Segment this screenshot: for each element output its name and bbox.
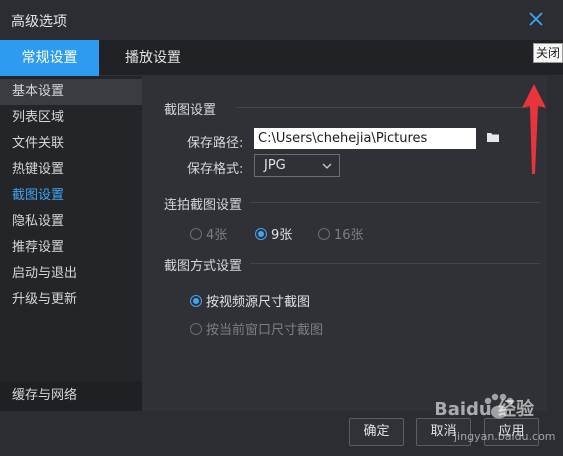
title-bar: 高级选项 [0,0,563,40]
sidebar-item-list-area[interactable]: 列表区域 [0,105,142,131]
sidebar-item-upgrade[interactable]: 升级与更新 [0,287,142,313]
radio-dot [190,294,202,307]
radio-dot [190,322,202,335]
save-format-value: JPG [264,158,286,173]
sidebar-item-file-association[interactable]: 文件关联 [0,131,142,157]
window-title: 高级选项 [11,14,67,30]
tab-playback-settings[interactable]: 播放设置 [103,40,203,76]
radio-window-size[interactable]: 按当前窗口尺寸截图 [190,319,323,338]
tab-bar: 常规设置 播放设置 [0,40,563,76]
tab-general-settings[interactable]: 常规设置 [0,40,99,76]
close-icon[interactable] [526,9,546,29]
radio-9-shots[interactable]: 9张 [255,224,292,243]
radio-dot [190,227,202,240]
save-path-input[interactable] [254,128,476,149]
sidebar-item-cache-network[interactable]: 缓存与网络 [0,381,142,411]
radio-16-shots[interactable]: 16张 [318,224,364,243]
sidebar-item-screenshot[interactable]: 截图设置 [0,183,142,209]
section-title-mode: 截图方式设置 [164,259,243,274]
folder-icon[interactable] [486,130,500,144]
watermark-url: jingyan.baidu.com [453,430,556,443]
save-format-select[interactable]: JPG [254,154,340,177]
sidebar-item-privacy[interactable]: 隐私设置 [0,209,142,235]
chevron-down-icon [322,163,332,169]
baidu-watermark: Baidu 经验 jingyan.baidu.com [436,393,556,443]
sidebar-item-recommend[interactable]: 推荐设置 [0,235,142,261]
radio-label: 16张 [334,228,364,243]
watermark-text: Baidu 经验 [436,398,535,420]
sidebar-item-hotkeys[interactable]: 热键设置 [0,157,142,183]
radio-label: 9张 [271,228,293,243]
sidebar: 基本设置 列表区域 文件关联 热键设置 截图设置 隐私设置 推荐设置 启动与退出… [0,76,142,411]
section-title-burst: 连拍截图设置 [164,198,243,213]
radio-4-shots[interactable]: 4张 [190,224,227,243]
sidebar-item-basic[interactable]: 基本设置 [0,79,142,105]
radio-dot [318,227,330,240]
close-tooltip: 关闭 [533,43,563,63]
settings-panel: 截图设置 保存路径: 保存格式: JPG 连拍截图设置 4张 9张 16张 截图… [142,76,547,411]
save-format-label: 保存格式: [187,162,244,177]
radio-source-size[interactable]: 按视频源尺寸截图 [190,291,310,310]
save-path-label: 保存路径: [187,136,244,151]
sidebar-item-startup-exit[interactable]: 启动与退出 [0,261,142,287]
annotation-arrow-icon [522,84,546,174]
section-title-screenshot: 截图设置 [164,103,217,118]
radio-label: 按视频源尺寸截图 [206,295,311,310]
radio-label: 4张 [206,228,228,243]
ok-button[interactable]: 确定 [349,418,404,446]
divider [250,202,540,203]
divider [236,107,540,108]
radio-label: 按当前窗口尺寸截图 [206,323,324,338]
divider [250,263,540,264]
radio-dot [255,227,267,240]
